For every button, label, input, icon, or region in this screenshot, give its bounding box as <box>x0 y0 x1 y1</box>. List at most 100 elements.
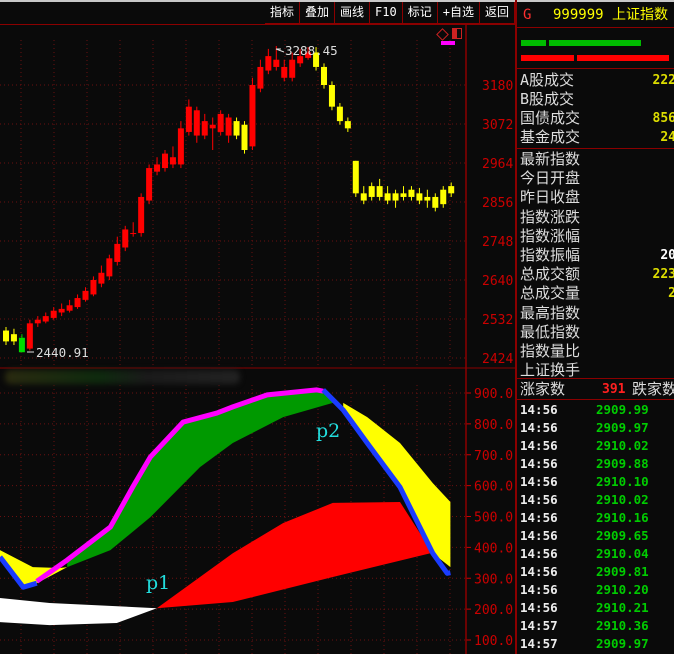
tick-row: 14:56 2909.65 <box>520 527 674 545</box>
index-label: 指数量比 <box>520 342 581 360</box>
candle-body <box>185 106 192 132</box>
candle-body <box>201 121 208 136</box>
tick-price: 2909.81 <box>596 564 649 579</box>
candle-body <box>209 124 216 129</box>
candle-body <box>273 59 280 67</box>
window-layout-icon[interactable] <box>452 28 462 39</box>
high-marker-icon <box>275 48 285 53</box>
candle-body <box>416 193 423 201</box>
tick-price: 2910.04 <box>596 546 649 561</box>
candle-body <box>130 233 137 235</box>
stat-row: A股成交 222 <box>520 71 674 90</box>
index-value: 2 <box>668 286 674 302</box>
decline-label: 跌家数 <box>632 380 674 398</box>
stat-value: 24 <box>660 130 674 145</box>
stat-row: 基金成交 24 <box>520 128 674 147</box>
indicator-axis-label: 200.0 <box>474 603 513 618</box>
candle-body <box>162 153 168 169</box>
price-axis-label: 3180 <box>482 79 513 94</box>
candle-body <box>98 272 105 284</box>
tick-row: 14:56 2910.04 <box>520 545 674 563</box>
candle-body <box>58 308 65 313</box>
tick-price: 2910.20 <box>596 582 649 597</box>
index-label: 上证换手 <box>520 361 581 380</box>
tick-price: 2909.97 <box>596 636 649 651</box>
index-label: 最新指数 <box>520 150 581 168</box>
candle-body <box>289 59 296 78</box>
stat-value: 222 <box>652 73 674 88</box>
candle-body <box>3 330 9 342</box>
low-price-label: 2440.91 <box>36 345 89 360</box>
tick-price: 2909.99 <box>596 402 649 417</box>
candle-body <box>321 66 327 85</box>
tick-time: 14:56 <box>520 564 558 579</box>
tick-row: 14:56 2910.10 <box>520 473 674 491</box>
tick-row: 14:56 2909.81 <box>520 563 674 581</box>
index-row: 最高指数 <box>520 304 674 323</box>
indicator-axis-label: 400.0 <box>474 541 513 556</box>
divider <box>517 148 674 149</box>
candle-body <box>177 128 184 165</box>
index-label: 总成交额 <box>520 265 581 284</box>
tick-time: 14:56 <box>520 402 558 417</box>
index-row: 指数量比 <box>520 342 674 361</box>
tick-time: 14:56 <box>520 582 558 597</box>
index-row: 最低指数 <box>520 323 674 342</box>
index-row: 总成交量 2 <box>520 284 674 303</box>
tick-row: 14:57 2909.97 <box>520 635 674 653</box>
index-label: 昨日收盘 <box>520 188 581 207</box>
index-label: 总成交量 <box>520 284 581 303</box>
tick-price: 2909.97 <box>596 420 649 435</box>
divider <box>517 68 674 69</box>
tick-row: 14:56 2909.88 <box>520 455 674 473</box>
stat-label: 国债成交 <box>520 109 581 127</box>
volume-bar-green-2 <box>549 40 641 46</box>
tick-price: 2910.16 <box>596 510 649 525</box>
index-row: 指数振幅 20 <box>520 246 674 265</box>
index-label: 指数涨跌 <box>520 207 581 226</box>
candle-body <box>154 164 161 172</box>
index-row: 总成交额 223 <box>520 265 674 284</box>
indicator-band-red <box>156 501 433 609</box>
index-label: 最低指数 <box>520 322 581 341</box>
index-row: 指数涨跌 <box>520 208 674 227</box>
candle-body <box>344 121 351 129</box>
advance-count: 391 <box>602 382 626 397</box>
volume-bar-red-2 <box>577 55 669 61</box>
price-axis-label: 2964 <box>482 157 513 172</box>
price-axis-label: 2424 <box>482 352 513 367</box>
candle-body <box>233 121 240 136</box>
candle-body <box>217 113 224 132</box>
candle-body <box>18 337 25 353</box>
divider <box>517 378 674 379</box>
candle-body <box>249 85 256 147</box>
tick-row: 14:56 2909.99 <box>520 401 674 419</box>
tick-time: 14:56 <box>520 510 558 525</box>
indicator-axis-label: 700.0 <box>474 449 513 464</box>
stat-label: B股成交 <box>520 90 575 108</box>
chart-area[interactable]: 3180 3072 2964 2856 2748 2640 2532 2424 900.0 800… <box>0 0 515 654</box>
candle-body <box>336 106 343 122</box>
index-value: 20 <box>660 248 674 263</box>
candle-body <box>66 305 73 311</box>
candle-body <box>42 316 49 322</box>
candle-body <box>74 298 81 308</box>
divider <box>517 399 674 400</box>
annotation-p2: p2 <box>316 420 341 442</box>
stock-code: 999999 上证指数 <box>553 7 669 23</box>
index-value: 223 <box>652 267 674 283</box>
price-axis-label: 2640 <box>482 274 513 289</box>
indicator-axis-label: 100.0 <box>474 634 513 649</box>
candle-body <box>360 193 367 201</box>
candle-body <box>392 193 399 201</box>
tick-row: 14:56 2910.21 <box>520 599 674 617</box>
tick-price: 2909.88 <box>596 456 649 471</box>
stat-row: 国债成交 856 <box>520 109 674 128</box>
indicator-axis-label: 600.0 <box>474 480 513 495</box>
tick-time: 14:56 <box>520 456 558 471</box>
annotation-p1: p1 <box>146 572 171 594</box>
tick-time: 14:56 <box>520 546 558 561</box>
candle-body <box>34 319 41 324</box>
tick-price: 2910.02 <box>596 492 649 507</box>
candle-body <box>352 160 359 194</box>
